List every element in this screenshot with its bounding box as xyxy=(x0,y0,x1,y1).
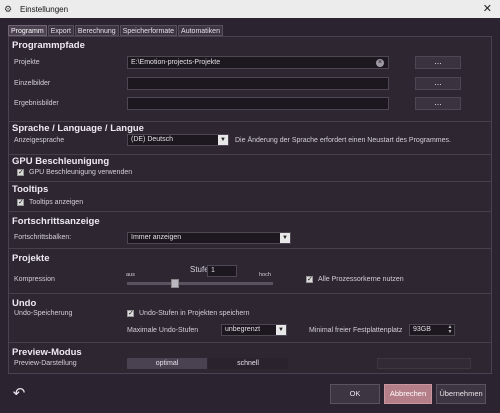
section-preview: Preview-Modus Preview-Darstellung optima… xyxy=(9,343,491,374)
browse-single-images-button[interactable]: ... xyxy=(415,77,461,90)
min-free-label: Minimal freier Festplattenplatz xyxy=(309,327,403,334)
apply-button[interactable]: Übernehmen xyxy=(436,384,486,404)
all-cores-checkbox[interactable]: ✓ xyxy=(306,276,313,283)
tooltips-checkbox-label: Tooltips anzeigen xyxy=(29,199,84,206)
settings-app-icon: ⚙ xyxy=(4,4,13,14)
section-title-projects: Projekte xyxy=(12,253,50,264)
language-label: Anzeigesprache xyxy=(14,137,65,144)
language-restart-note: Die Änderung der Sprache erfordert einen… xyxy=(235,137,451,144)
section-title-undo: Undo xyxy=(12,298,37,309)
preview-slider-disabled xyxy=(377,358,471,369)
close-icon[interactable]: ✕ xyxy=(483,2,492,15)
section-title-gpu: GPU Beschleunigung xyxy=(12,156,110,167)
ok-button[interactable]: OK xyxy=(330,384,380,404)
section-title-progress: Fortschrittsanzeige xyxy=(12,216,100,227)
undo-arrow-icon[interactable]: ↶ xyxy=(8,384,30,404)
cancel-button[interactable]: Abbrechen xyxy=(384,384,432,404)
level-input[interactable]: 1 xyxy=(207,265,237,277)
compression-slider-handle[interactable] xyxy=(171,279,180,288)
max-undo-value: unbegrenzt xyxy=(225,326,261,333)
result-images-field[interactable] xyxy=(127,97,389,110)
language-select[interactable]: (DE) Deutsch ▼ xyxy=(127,134,229,146)
progress-select[interactable]: Immer anzeigen ▼ xyxy=(127,232,291,244)
tab-automatiken[interactable]: Automatiken xyxy=(178,25,223,36)
progress-value: Immer anzeigen xyxy=(131,234,182,241)
undo-checkbox[interactable]: ✓ xyxy=(127,310,134,317)
compression-slider-track[interactable] xyxy=(127,282,273,285)
window-title: Einstellungen xyxy=(20,4,69,14)
gpu-checkbox-label: GPU Beschleunigung verwenden xyxy=(29,169,133,176)
gpu-checkbox[interactable]: ✓ xyxy=(17,169,24,176)
compression-label: Kompression xyxy=(14,276,55,283)
level-label: Stufe xyxy=(190,265,209,274)
spin-arrows-icon[interactable]: ▲ ▼ xyxy=(446,325,454,335)
undo-storage-label: Undo-Speicherung xyxy=(14,310,73,317)
section-projects: Projekte Stufe 1 aus hoch Kompression ✓ … xyxy=(9,249,491,294)
clear-icon[interactable]: × xyxy=(376,59,384,67)
section-title-paths: Programmpfade xyxy=(12,40,85,51)
tab-programm[interactable]: Programm xyxy=(8,25,47,36)
undo-checkbox-label: Undo-Stufen in Projekten speichern xyxy=(139,310,250,317)
single-images-label: Einzelbilder xyxy=(14,80,51,87)
section-gpu: GPU Beschleunigung ✓ GPU Beschleunigung … xyxy=(9,155,491,182)
min-free-input[interactable]: 93GB ▲ ▼ xyxy=(409,324,455,336)
tooltips-checkbox[interactable]: ✓ xyxy=(17,199,24,206)
result-images-label: Ergebnisbilder xyxy=(14,100,59,107)
section-title-tooltips: Tooltips xyxy=(12,184,49,195)
chevron-down-icon: ▼ xyxy=(280,233,290,243)
section-language: Sprache / Language / Langue Anzeigesprac… xyxy=(9,122,491,155)
section-title-preview: Preview-Modus xyxy=(12,347,82,358)
browse-projects-button[interactable]: ... xyxy=(415,56,461,69)
projects-path-label: Projekte xyxy=(14,59,40,66)
chevron-down-icon: ▼ xyxy=(218,135,228,145)
preview-fast-option[interactable]: schnell xyxy=(208,358,288,369)
tab-export[interactable]: Export xyxy=(47,25,74,36)
max-undo-select[interactable]: unbegrenzt ▼ xyxy=(221,324,287,336)
language-value: (DE) Deutsch xyxy=(131,136,174,143)
settings-panel: Programmpfade Projekte E:\Emotion-projec… xyxy=(8,36,492,374)
single-images-field[interactable] xyxy=(127,77,389,90)
browse-result-images-button[interactable]: ... xyxy=(415,97,461,110)
section-undo: Undo Undo-Speicherung ✓ Undo-Stufen in P… xyxy=(9,294,491,343)
preview-label: Preview-Darstellung xyxy=(14,360,77,367)
title-bar: ⚙ Einstellungen ✕ xyxy=(0,0,500,18)
progress-label: Fortschrittsbalken: xyxy=(14,234,72,241)
section-paths: Programmpfade Projekte E:\Emotion-projec… xyxy=(9,37,491,122)
max-undo-label: Maximale Undo-Stufen xyxy=(127,327,199,334)
chevron-down-icon: ▼ xyxy=(276,325,286,335)
projects-path-field[interactable]: E:\Emotion-projects-Projekte × xyxy=(127,56,389,69)
min-free-value: 93GB xyxy=(413,326,431,333)
preview-optimal-option[interactable]: optimal xyxy=(127,358,207,369)
tab-speicherformate[interactable]: Speicherformate xyxy=(119,25,178,36)
tab-berechnung[interactable]: Berechnung xyxy=(74,25,119,36)
section-progress: Fortschrittsanzeige Fortschrittsbalken: … xyxy=(9,212,491,249)
tab-bar: Programm Export Berechnung Speicherforma… xyxy=(8,25,224,36)
slider-low-label: aus xyxy=(126,272,135,278)
section-tooltips: Tooltips ✓ Tooltips anzeigen xyxy=(9,182,491,212)
level-value: 1 xyxy=(211,267,215,274)
section-title-language: Sprache / Language / Langue xyxy=(12,123,144,134)
all-cores-label: Alle Prozessorkerne nutzen xyxy=(318,276,404,283)
projects-path-value: E:\Emotion-projects-Projekte xyxy=(131,59,221,66)
slider-high-label: hoch xyxy=(259,272,271,278)
